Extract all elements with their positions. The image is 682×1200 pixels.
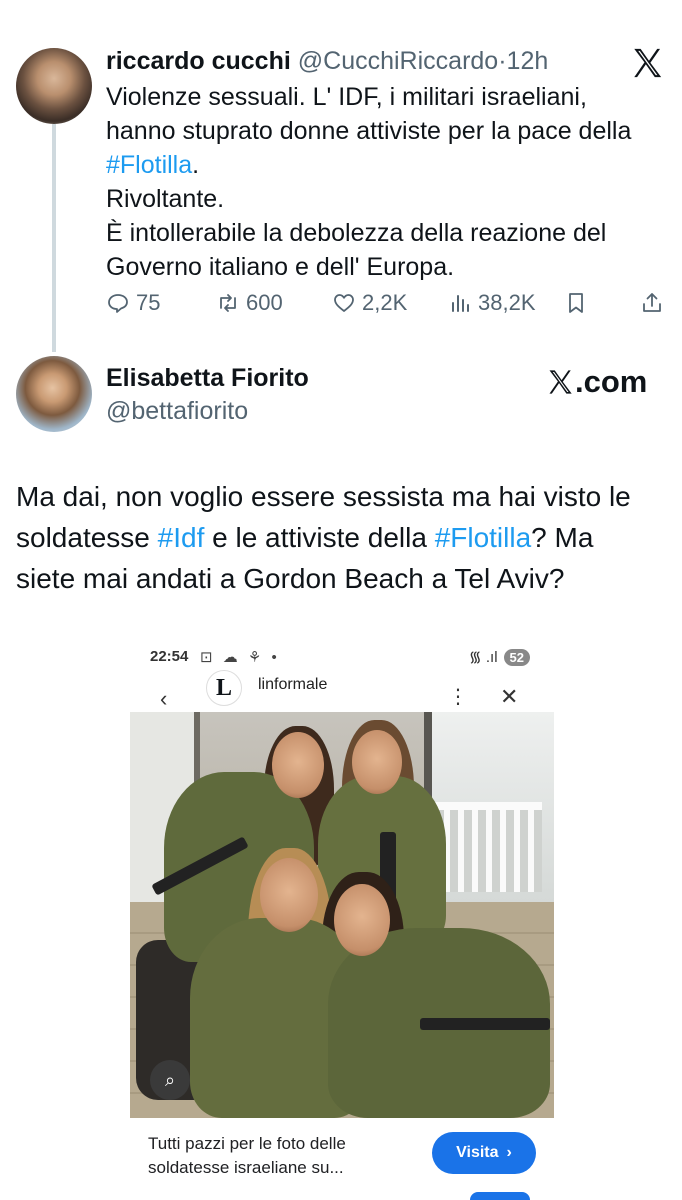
tweet-actions: 75 600 2,2K 38,2K xyxy=(106,286,666,320)
like-icon xyxy=(334,294,354,312)
lens-search-icon: ⌕ xyxy=(150,1060,190,1100)
thread-connector xyxy=(52,124,56,352)
brand-suffix: .com xyxy=(575,364,648,399)
like-count: 2,2K xyxy=(362,290,408,315)
visit-label: Visita xyxy=(456,1144,499,1161)
tweet-header: riccardo cucchi @CucchiRiccardo·12h xyxy=(106,44,548,78)
avatar[interactable] xyxy=(16,48,92,124)
author-name[interactable]: riccardo cucchi xyxy=(106,47,291,75)
photo-face xyxy=(352,730,402,794)
photo-face xyxy=(334,884,390,956)
x-logo-icon xyxy=(634,48,662,78)
bookmark-icon xyxy=(569,293,583,313)
views-count: 38,2K xyxy=(478,290,536,315)
tweet-line: siete mai andati a Gordon Beach a Tel Av… xyxy=(16,563,565,594)
visit-button: Visita › xyxy=(432,1132,536,1174)
more-menu-icon: ⋮ xyxy=(448,686,468,708)
chevron-right-icon: › xyxy=(506,1144,512,1161)
tweet-line: Governo italiano e dell' Europa. xyxy=(106,253,455,281)
status-time: 22:54 xyxy=(150,648,189,665)
photo-face xyxy=(260,858,318,932)
punctuation: . xyxy=(192,151,200,179)
text-segment: ? Ma xyxy=(531,522,594,553)
tweet-text: Ma dai, non voglio essere sessista ma ha… xyxy=(16,476,676,599)
caption-line: soldatesse israeliane su... xyxy=(148,1158,344,1177)
tweet-line: hanno stuprato donne attiviste per la pa… xyxy=(106,117,632,145)
hashtag-link[interactable]: #Idf xyxy=(158,522,205,553)
tweet-text: Violenze sessuali. L' IDF, i militari is… xyxy=(106,80,672,284)
site-logo: L xyxy=(206,670,242,706)
tweet-line: soldatesse #Idf e le attiviste della #Fl… xyxy=(16,517,676,558)
tweet-line: Rivoltante. xyxy=(106,185,225,213)
tweet-line: Violenze sessuali. L' IDF, i militari is… xyxy=(106,83,587,111)
bookmark-button[interactable] xyxy=(564,286,594,320)
tweet-line: #Flotilla. xyxy=(106,148,672,182)
x-com-brand: .com xyxy=(546,364,647,400)
tweet-line: Ma dai, non voglio essere sessista ma ha… xyxy=(16,481,631,512)
reply-icon xyxy=(108,294,128,313)
caption-line: Tutti pazzi per le foto delle xyxy=(148,1134,346,1153)
back-chevron-icon: ‹ xyxy=(160,686,168,711)
close-icon: ✕ xyxy=(500,684,519,709)
attached-photo[interactable]: ⌕ xyxy=(130,712,554,1118)
repost-button[interactable]: 600 xyxy=(216,286,283,320)
reply-count: 75 xyxy=(136,290,161,315)
hashtag-link[interactable]: #Flotilla xyxy=(106,151,192,179)
embedded-app-bar: ‹ L linformale ⋮ ✕ xyxy=(130,668,550,712)
author-name[interactable]: Elisabetta Fiorito xyxy=(106,364,309,393)
text-segment: e le attiviste della xyxy=(204,522,435,553)
share-button[interactable] xyxy=(640,286,670,320)
views-icon xyxy=(452,295,469,312)
notification-icons: ⊡ ☁ ⚘ • xyxy=(200,649,280,666)
bottom-pill xyxy=(470,1192,530,1200)
photo-face xyxy=(272,732,324,798)
signal-icon: ᯾ .ıl xyxy=(468,649,498,666)
status-right: ᯾ .ıl 52 xyxy=(469,647,530,667)
photo-rifle xyxy=(420,1018,550,1030)
author-handle[interactable]: @bettafiorito xyxy=(106,397,248,426)
photo-balcony-railing xyxy=(430,802,542,892)
x-logo-icon xyxy=(549,370,572,394)
repost-count: 600 xyxy=(246,290,283,315)
battery-badge: 52 xyxy=(503,648,530,666)
share-icon xyxy=(643,293,661,312)
reply-button[interactable]: 75 xyxy=(106,286,160,320)
like-button[interactable]: 2,2K xyxy=(332,286,407,320)
result-caption: Tutti pazzi per le foto delle soldatesse… xyxy=(148,1132,398,1180)
text-segment: soldatesse xyxy=(16,522,158,553)
site-name: linformale xyxy=(258,676,328,693)
repost-icon xyxy=(220,294,236,312)
tweet-line: È intollerabile la debolezza della reazi… xyxy=(106,219,607,247)
tweet-time[interactable]: 12h xyxy=(507,47,549,75)
views-button[interactable]: 38,2K xyxy=(448,286,536,320)
separator: · xyxy=(498,47,507,75)
hashtag-link[interactable]: #Flotilla xyxy=(435,522,531,553)
author-handle[interactable]: @CucchiRiccardo xyxy=(298,47,498,75)
avatar[interactable] xyxy=(16,356,92,432)
